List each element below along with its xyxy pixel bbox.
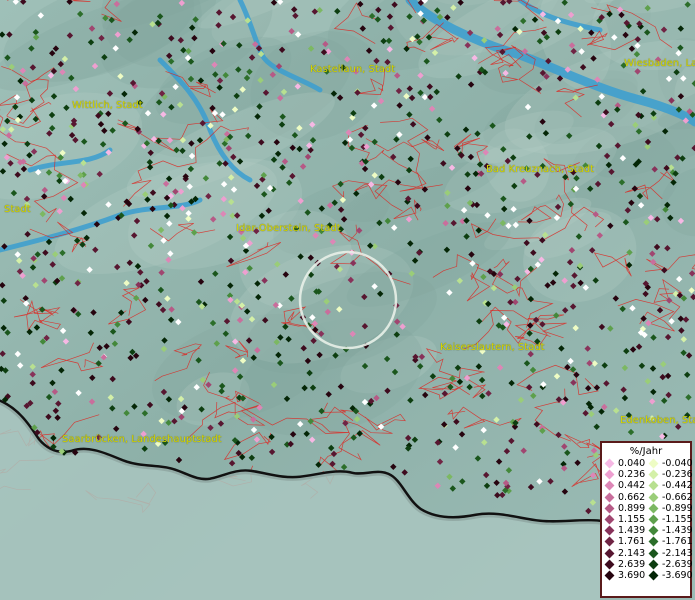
legend-swatch: [648, 548, 659, 559]
legend-entry-positive: 0.899: [602, 503, 646, 514]
legend-swatch: [648, 503, 659, 514]
legend-entry-negative: -1.439: [646, 525, 693, 537]
legend-swatch: [648, 469, 659, 480]
legend-row: 2.143 -2.143: [602, 547, 693, 559]
city-label-wittlich: Wittlich, Stadt: [72, 100, 143, 111]
legend-rows: 0.040 -0.040 0.236 -0.236 0.442 -0.442 0.662 -0…: [602, 458, 693, 581]
legend-swatch: [604, 548, 615, 559]
legend-row: 2.639 -2.639: [602, 558, 693, 570]
legend-row: 0.236 -0.236: [602, 469, 693, 481]
legend-row: 0.662 -0.662: [602, 491, 693, 503]
legend-row: 1.761 -1.761: [602, 536, 693, 548]
legend-entry-negative: -1.155: [646, 513, 693, 525]
legend-swatch: [648, 458, 659, 469]
legend-entry-positive: 1.155: [602, 514, 646, 525]
legend-entry-negative: -3.690: [646, 569, 693, 581]
legend-row: 0.442 -0.442: [602, 480, 693, 492]
legend-value: -0.662: [662, 491, 693, 503]
legend-value: 2.639: [618, 558, 646, 570]
map-canvas[interactable]: Kastellaun, Stadt Wiesbaden, La Wittlich…: [0, 0, 695, 600]
legend-value: 0.040: [618, 458, 646, 469]
legend-value: -1.439: [662, 525, 693, 537]
legend-entry-positive: 0.442: [602, 480, 646, 491]
legend-value: 0.899: [618, 502, 646, 514]
city-label-bad-kreuznach: Bad Kreuznach, Stadt: [486, 164, 595, 175]
legend-entry-positive: 2.639: [602, 559, 646, 570]
legend-swatch: [604, 570, 615, 581]
legend-entry-positive: 0.662: [602, 492, 646, 503]
legend-swatch: [648, 525, 659, 536]
map-svg: [0, 0, 695, 600]
city-label-wiesbaden: Wiesbaden, La: [624, 58, 695, 69]
legend-swatch: [604, 559, 615, 570]
legend-entry-negative: -0.662: [646, 491, 693, 503]
legend-value: 0.442: [618, 480, 646, 492]
legend-value: -2.143: [662, 547, 693, 559]
legend-swatch: [648, 514, 659, 525]
legend-entry-positive: 3.690: [602, 570, 646, 581]
legend-swatch: [604, 469, 615, 480]
legend-value: 1.439: [618, 525, 646, 537]
legend-value: 3.690: [618, 569, 646, 581]
legend-row: 3.690 -3.690: [602, 569, 693, 581]
legend-swatch: [648, 481, 659, 491]
legend-row: 1.439 -1.439: [602, 525, 693, 537]
legend-row: 0.899 -0.899: [602, 502, 693, 514]
legend-value: -0.442: [662, 480, 693, 492]
legend-swatch: [648, 570, 659, 581]
legend-swatch: [604, 492, 615, 503]
legend-value: -1.155: [662, 513, 693, 525]
legend-swatch: [648, 559, 659, 570]
legend-value: 2.143: [618, 547, 646, 559]
legend-swatch: [648, 492, 659, 503]
legend-value: 1.155: [618, 513, 646, 525]
legend-entry-positive: 0.236: [602, 469, 646, 480]
legend-entry-negative: -0.442: [646, 480, 693, 492]
legend-row: 0.040 -0.040: [602, 458, 693, 469]
legend-value: -1.761: [662, 536, 693, 548]
legend-entry-negative: -0.040: [646, 458, 693, 469]
city-label-kaiserslautern: Kaiserslautern, Stadt: [440, 342, 545, 353]
legend-entry-negative: -0.899: [646, 502, 693, 514]
legend-entry-negative: -1.761: [646, 536, 693, 548]
legend-swatch: [604, 481, 615, 491]
legend-value: -3.690: [662, 569, 693, 581]
city-label-saarbruecken: Saarbrücken, Landeshauptstadt: [62, 434, 222, 445]
legend-swatch: [604, 458, 615, 469]
city-label-edenkoben: Edenkoben, Sta: [620, 415, 695, 426]
legend-value: 0.236: [618, 469, 646, 481]
legend-entry-positive: 1.761: [602, 536, 646, 547]
legend-value: 1.761: [618, 536, 646, 548]
legend-entry-negative: -2.143: [646, 547, 693, 559]
legend-swatch: [604, 536, 615, 547]
legend-title: %/Jahr: [629, 446, 663, 457]
legend-swatch: [604, 503, 615, 514]
legend-swatch: [648, 536, 659, 547]
legend-value: -0.899: [662, 502, 693, 514]
legend-value: -0.040: [662, 458, 693, 469]
legend-value: -0.236: [662, 469, 693, 481]
legend-value: 0.662: [618, 491, 646, 503]
legend-swatch: [604, 525, 615, 536]
city-label-idar-oberstein: Idar-Oberstein, Stadt: [236, 223, 341, 234]
legend-entry-negative: -0.236: [646, 469, 693, 481]
legend-value: -2.639: [662, 558, 693, 570]
legend-swatch: [604, 514, 615, 525]
legend-entry-positive: 2.143: [602, 548, 646, 559]
legend-entry-positive: 0.040: [602, 458, 646, 469]
legend-entry-negative: -2.639: [646, 558, 693, 570]
city-label-stadt-west: Stadt: [4, 204, 31, 215]
legend-row: 1.155 -1.155: [602, 513, 693, 525]
legend: %/Jahr 0.040 -0.040 0.236 -0.236 0.442 -0.442…: [600, 441, 693, 598]
city-label-kastellaun: Kastellaun, Stadt: [310, 64, 396, 75]
legend-entry-positive: 1.439: [602, 525, 646, 536]
